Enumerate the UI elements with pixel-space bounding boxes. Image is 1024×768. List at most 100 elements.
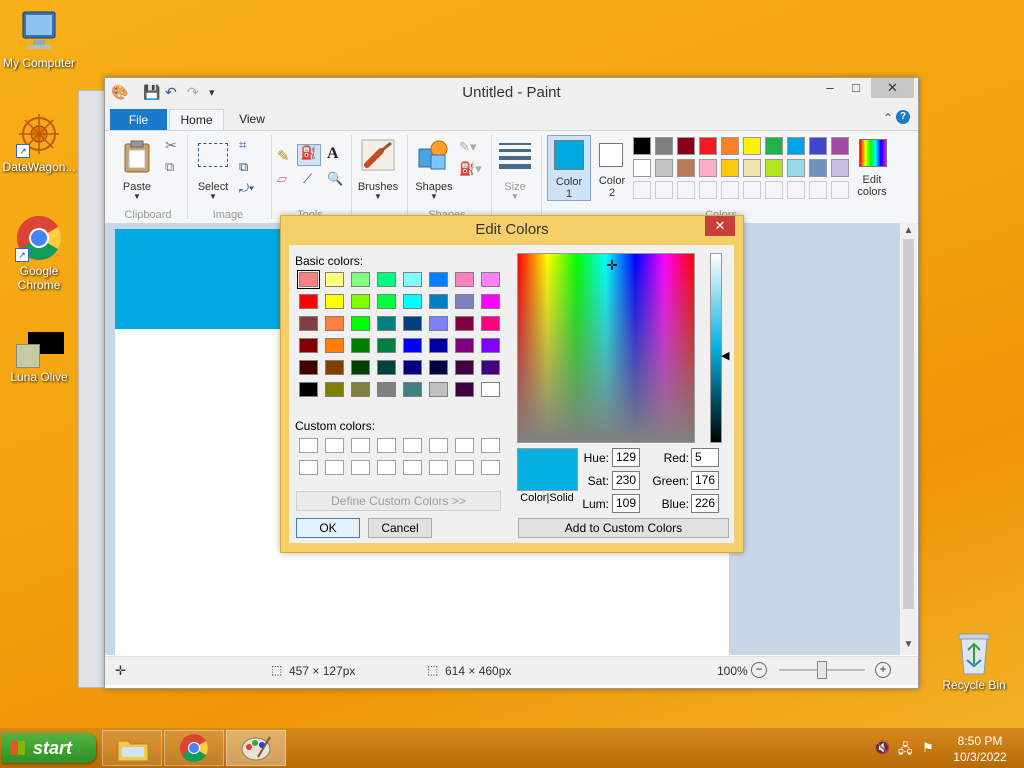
help-icon[interactable]: ?: [896, 110, 910, 124]
basic-color-swatch[interactable]: [429, 360, 448, 375]
palette-empty-swatch[interactable]: [743, 181, 761, 199]
custom-color-swatch[interactable]: [351, 460, 370, 475]
lum-input[interactable]: 109: [612, 494, 640, 513]
basic-color-swatch[interactable]: [297, 270, 320, 289]
basic-color-swatch[interactable]: [351, 360, 370, 375]
basic-color-swatch[interactable]: [325, 360, 344, 375]
shapes-button[interactable]: Shapes ▼: [411, 137, 457, 201]
luminance-bar[interactable]: [710, 253, 722, 443]
clock-date[interactable]: 10/3/2022: [948, 750, 1012, 764]
palette-swatch[interactable]: [721, 137, 739, 155]
palette-swatch[interactable]: [787, 159, 805, 177]
basic-color-swatch[interactable]: [299, 382, 318, 397]
palette-empty-swatch[interactable]: [699, 181, 717, 199]
basic-color-swatch[interactable]: [455, 360, 474, 375]
basic-color-swatch[interactable]: [455, 338, 474, 353]
green-input[interactable]: 176: [691, 471, 719, 490]
size-button[interactable]: Size ▼: [495, 137, 535, 201]
custom-color-swatch[interactable]: [325, 460, 344, 475]
scroll-down-icon[interactable]: ▼: [900, 639, 917, 650]
custom-color-swatch[interactable]: [429, 438, 448, 453]
custom-color-swatch[interactable]: [299, 460, 318, 475]
custom-color-swatch[interactable]: [403, 438, 422, 453]
basic-color-swatch[interactable]: [481, 382, 500, 397]
cancel-button[interactable]: Cancel: [368, 518, 432, 538]
basic-color-swatch[interactable]: [377, 338, 396, 353]
basic-color-swatch[interactable]: [403, 272, 422, 287]
taskbar-paint[interactable]: [226, 730, 286, 766]
basic-color-swatch[interactable]: [377, 294, 396, 309]
edit-colors-button[interactable]: Edit colors: [855, 137, 889, 201]
custom-color-swatch[interactable]: [455, 438, 474, 453]
basic-color-swatch[interactable]: [377, 382, 396, 397]
basic-color-swatch[interactable]: [325, 294, 344, 309]
text-icon[interactable]: A: [327, 145, 339, 163]
basic-color-swatch[interactable]: [429, 272, 448, 287]
palette-swatch[interactable]: [633, 137, 651, 155]
desktop-icon-my-computer[interactable]: My Computer: [1, 8, 77, 70]
palette-swatch[interactable]: [655, 137, 673, 155]
fill-shape-icon[interactable]: ⛽▾: [459, 161, 482, 177]
palette-empty-swatch[interactable]: [677, 181, 695, 199]
color2-button[interactable]: Color 2: [593, 135, 631, 199]
basic-color-swatch[interactable]: [325, 382, 344, 397]
custom-color-swatch[interactable]: [351, 438, 370, 453]
basic-color-swatch[interactable]: [455, 272, 474, 287]
tab-home[interactable]: Home: [169, 109, 224, 131]
minimize-button[interactable]: –: [817, 78, 843, 98]
palette-swatch[interactable]: [831, 137, 849, 155]
tab-file[interactable]: File: [110, 109, 167, 131]
close-button[interactable]: ✕: [871, 78, 914, 98]
basic-color-swatch[interactable]: [429, 382, 448, 397]
basic-color-swatch[interactable]: [299, 338, 318, 353]
basic-color-swatch[interactable]: [429, 316, 448, 331]
palette-swatch[interactable]: [809, 137, 827, 155]
basic-color-swatch[interactable]: [455, 294, 474, 309]
basic-color-swatch[interactable]: [429, 338, 448, 353]
select-button[interactable]: Select ▼: [193, 137, 233, 201]
basic-color-swatch[interactable]: [325, 272, 344, 287]
blue-input[interactable]: 226: [691, 494, 719, 513]
zoom-out-button[interactable]: −: [751, 662, 767, 678]
add-to-custom-colors-button[interactable]: Add to Custom Colors: [518, 518, 729, 538]
palette-empty-swatch[interactable]: [809, 181, 827, 199]
rotate-icon[interactable]: ⤾▾: [239, 181, 254, 196]
palette-swatch[interactable]: [655, 159, 673, 177]
basic-color-swatch[interactable]: [403, 382, 422, 397]
basic-color-swatch[interactable]: [351, 382, 370, 397]
scroll-up-icon[interactable]: ▲: [900, 225, 917, 236]
desktop-icon-recycle-bin[interactable]: Recycle Bin: [936, 630, 1012, 692]
basic-color-swatch[interactable]: [299, 360, 318, 375]
custom-color-swatch[interactable]: [429, 460, 448, 475]
magnifier-icon[interactable]: 🔍: [327, 171, 343, 187]
custom-color-swatch[interactable]: [325, 438, 344, 453]
luminance-arrow-icon[interactable]: ◀: [721, 349, 729, 362]
eraser-icon[interactable]: ▱: [277, 171, 287, 187]
custom-color-swatch[interactable]: [403, 460, 422, 475]
volume-muted-icon[interactable]: 🔇: [874, 740, 890, 756]
scroll-thumb[interactable]: [903, 239, 914, 609]
palette-empty-swatch[interactable]: [831, 181, 849, 199]
sat-input[interactable]: 230: [612, 471, 640, 490]
crop-icon[interactable]: ⌗: [239, 137, 246, 153]
palette-swatch[interactable]: [787, 137, 805, 155]
basic-color-swatch[interactable]: [403, 360, 422, 375]
ok-button[interactable]: OK: [296, 518, 360, 538]
maximize-button[interactable]: □: [843, 78, 869, 98]
cut-icon[interactable]: ✂: [165, 137, 177, 154]
basic-color-swatch[interactable]: [325, 316, 344, 331]
basic-color-swatch[interactable]: [299, 294, 318, 309]
zoom-slider-thumb[interactable]: [817, 661, 827, 679]
desktop-icon-datawagon[interactable]: ↗ DataWagon...: [1, 110, 77, 174]
palette-swatch[interactable]: [721, 159, 739, 177]
palette-swatch[interactable]: [765, 137, 783, 155]
basic-color-swatch[interactable]: [299, 316, 318, 331]
brushes-button[interactable]: Brushes ▼: [355, 137, 401, 201]
custom-color-swatch[interactable]: [481, 460, 500, 475]
color-picker-icon[interactable]: ⟋: [303, 171, 312, 187]
custom-color-swatch[interactable]: [455, 460, 474, 475]
palette-swatch[interactable]: [699, 159, 717, 177]
palette-swatch[interactable]: [677, 159, 695, 177]
dialog-close-button[interactable]: ✕: [705, 216, 735, 236]
basic-color-swatch[interactable]: [455, 382, 474, 397]
